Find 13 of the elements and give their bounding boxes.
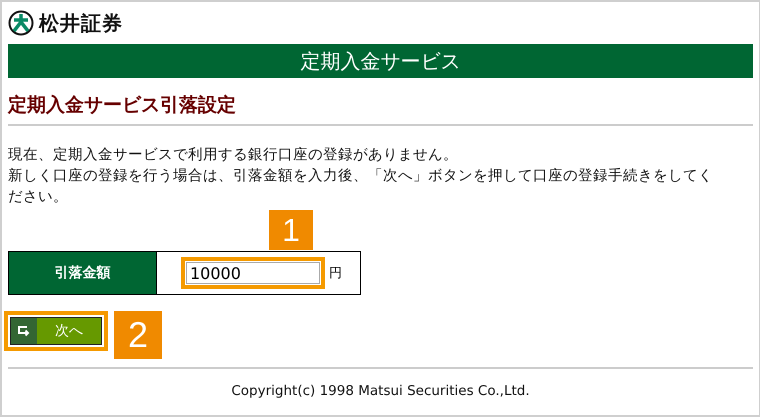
currency-unit: 円 <box>329 265 342 282</box>
step-badge: 2 <box>114 311 162 359</box>
return-arrow-icon <box>17 325 31 337</box>
logo-icon <box>8 10 34 36</box>
banner-title: 定期入金サービス <box>300 48 460 74</box>
copyright-text: Copyright(c) 1998 Matsui Securities Co.,Ltd. <box>230 383 531 399</box>
message-text: 新しく口座の登録を行う場合は、引落金額を入力後、「次へ」ボタンを押して口座の登録手続きをしてください。 <box>8 166 714 207</box>
page-title: 定期入金サービス引落設定 <box>8 93 237 118</box>
step-badge: 1 <box>269 210 313 250</box>
message-text: 現在、定期入金サービスで利用する銀行口座の登録がありません。 <box>8 145 459 165</box>
amount-field[interactable]: 10000 <box>181 257 325 289</box>
brand-name: 松井証券 <box>39 10 123 36</box>
amount-label: 引落金額 <box>9 252 157 294</box>
